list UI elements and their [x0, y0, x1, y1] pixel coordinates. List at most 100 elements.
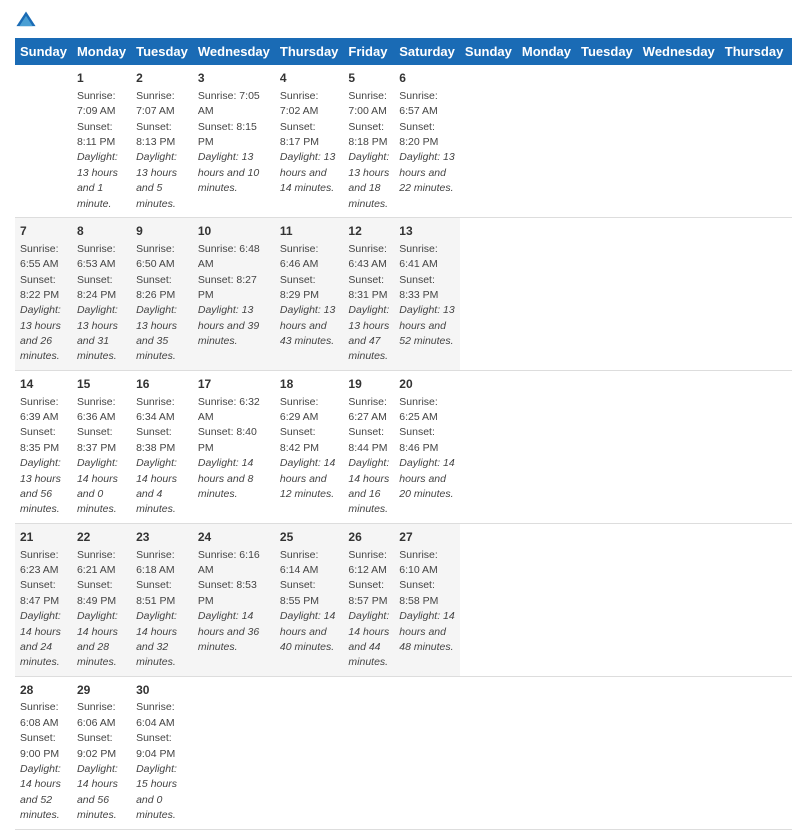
sunrise: Sunrise: 6:23 AM — [20, 549, 59, 576]
week-row-4: 21Sunrise: 6:23 AMSunset: 8:47 PMDayligh… — [15, 523, 792, 676]
day-number: 10 — [198, 223, 270, 240]
sunrise: Sunrise: 6:46 AM — [280, 243, 319, 270]
sunrise: Sunrise: 6:27 AM — [348, 396, 387, 423]
day-cell: 28Sunrise: 6:08 AMSunset: 9:00 PMDayligh… — [15, 676, 72, 829]
day-number: 16 — [136, 376, 188, 393]
day-cell: 18Sunrise: 6:29 AMSunset: 8:42 PMDayligh… — [275, 370, 344, 523]
day-number: 4 — [280, 70, 339, 87]
sunset: Sunset: 8:24 PM — [77, 274, 116, 301]
sunrise: Sunrise: 6:18 AM — [136, 549, 175, 576]
sunrise: Sunrise: 7:05 AM — [198, 90, 260, 117]
daylight: Daylight: 13 hours and 14 minutes. — [280, 151, 335, 194]
day-number: 21 — [20, 529, 67, 546]
sunrise: Sunrise: 6:12 AM — [348, 549, 387, 576]
daylight: Daylight: 14 hours and 48 minutes. — [399, 610, 454, 653]
daylight: Daylight: 14 hours and 16 minutes. — [348, 457, 389, 515]
sunset: Sunset: 8:53 PM — [198, 579, 257, 606]
day-number: 29 — [77, 682, 126, 699]
header-sunday: Sunday — [15, 38, 72, 65]
day-cell: 19Sunrise: 6:27 AMSunset: 8:44 PMDayligh… — [343, 370, 394, 523]
sunset: Sunset: 8:57 PM — [348, 579, 387, 606]
sunrise: Sunrise: 6:41 AM — [399, 243, 438, 270]
sunset: Sunset: 8:13 PM — [136, 121, 175, 148]
day-number: 15 — [77, 376, 126, 393]
sunset: Sunset: 8:22 PM — [20, 274, 59, 301]
day-number: 23 — [136, 529, 188, 546]
day-number: 11 — [280, 223, 339, 240]
sunset: Sunset: 8:11 PM — [77, 121, 115, 148]
day-cell — [343, 676, 394, 829]
day-cell: 6Sunrise: 6:57 AMSunset: 8:20 PMDaylight… — [394, 65, 460, 217]
header-friday: Friday — [343, 38, 394, 65]
day-cell: 30Sunrise: 6:04 AMSunset: 9:04 PMDayligh… — [131, 676, 193, 829]
day-cell: 10Sunrise: 6:48 AMSunset: 8:27 PMDayligh… — [193, 217, 275, 370]
sunset: Sunset: 8:58 PM — [399, 579, 438, 606]
daylight: Daylight: 13 hours and 22 minutes. — [399, 151, 454, 194]
day-number: 28 — [20, 682, 67, 699]
sunrise: Sunrise: 6:48 AM — [198, 243, 260, 270]
sunset: Sunset: 8:55 PM — [280, 579, 319, 606]
sunrise: Sunrise: 6:08 AM — [20, 701, 59, 728]
daylight: Daylight: 13 hours and 5 minutes. — [136, 151, 177, 209]
day-number: 26 — [348, 529, 389, 546]
week-row-3: 14Sunrise: 6:39 AMSunset: 8:35 PMDayligh… — [15, 370, 792, 523]
day-number: 20 — [399, 376, 455, 393]
daylight: Daylight: 14 hours and 8 minutes. — [198, 457, 253, 500]
day-cell: 17Sunrise: 6:32 AMSunset: 8:40 PMDayligh… — [193, 370, 275, 523]
sunrise: Sunrise: 6:55 AM — [20, 243, 59, 270]
sunset: Sunset: 9:02 PM — [77, 732, 116, 759]
daylight: Daylight: 14 hours and 20 minutes. — [399, 457, 454, 500]
sunrise: Sunrise: 6:43 AM — [348, 243, 387, 270]
day-number: 6 — [399, 70, 455, 87]
day-cell: 15Sunrise: 6:36 AMSunset: 8:37 PMDayligh… — [72, 370, 131, 523]
sunrise: Sunrise: 6:34 AM — [136, 396, 175, 423]
header-wednesday: Wednesday — [638, 38, 720, 65]
daylight: Daylight: 13 hours and 18 minutes. — [348, 151, 389, 209]
sunset: Sunset: 9:00 PM — [20, 732, 59, 759]
sunrise: Sunrise: 7:02 AM — [280, 90, 319, 117]
header-friday: Friday — [788, 38, 792, 65]
week-row-2: 7Sunrise: 6:55 AMSunset: 8:22 PMDaylight… — [15, 217, 792, 370]
sunrise: Sunrise: 6:32 AM — [198, 396, 260, 423]
daylight: Daylight: 13 hours and 52 minutes. — [399, 304, 454, 347]
daylight: Daylight: 14 hours and 36 minutes. — [198, 610, 259, 653]
daylight: Daylight: 14 hours and 28 minutes. — [77, 610, 118, 668]
day-cell: 2Sunrise: 7:07 AMSunset: 8:13 PMDaylight… — [131, 65, 193, 217]
sunset: Sunset: 8:31 PM — [348, 274, 387, 301]
day-number: 24 — [198, 529, 270, 546]
day-number: 30 — [136, 682, 188, 699]
day-number: 17 — [198, 376, 270, 393]
daylight: Daylight: 14 hours and 4 minutes. — [136, 457, 177, 515]
sunrise: Sunrise: 6:14 AM — [280, 549, 319, 576]
day-cell: 20Sunrise: 6:25 AMSunset: 8:46 PMDayligh… — [394, 370, 460, 523]
header-thursday: Thursday — [720, 38, 789, 65]
daylight: Daylight: 14 hours and 12 minutes. — [280, 457, 335, 500]
daylight: Daylight: 15 hours and 0 minutes. — [136, 763, 177, 821]
daylight: Daylight: 13 hours and 39 minutes. — [198, 304, 259, 347]
sunrise: Sunrise: 6:50 AM — [136, 243, 175, 270]
daylight: Daylight: 14 hours and 40 minutes. — [280, 610, 335, 653]
day-number: 3 — [198, 70, 270, 87]
day-cell: 23Sunrise: 6:18 AMSunset: 8:51 PMDayligh… — [131, 523, 193, 676]
daylight: Daylight: 14 hours and 44 minutes. — [348, 610, 389, 668]
day-cell: 7Sunrise: 6:55 AMSunset: 8:22 PMDaylight… — [15, 217, 72, 370]
sunset: Sunset: 8:29 PM — [280, 274, 319, 301]
daylight: Daylight: 14 hours and 24 minutes. — [20, 610, 61, 668]
day-cell: 16Sunrise: 6:34 AMSunset: 8:38 PMDayligh… — [131, 370, 193, 523]
sunrise: Sunrise: 6:21 AM — [77, 549, 116, 576]
daylight: Daylight: 13 hours and 10 minutes. — [198, 151, 259, 194]
day-cell: 13Sunrise: 6:41 AMSunset: 8:33 PMDayligh… — [394, 217, 460, 370]
day-number: 25 — [280, 529, 339, 546]
day-number: 9 — [136, 223, 188, 240]
logo-icon — [15, 10, 37, 32]
day-cell — [193, 676, 275, 829]
day-cell: 8Sunrise: 6:53 AMSunset: 8:24 PMDaylight… — [72, 217, 131, 370]
day-cell — [275, 676, 344, 829]
day-cell: 14Sunrise: 6:39 AMSunset: 8:35 PMDayligh… — [15, 370, 72, 523]
sunrise: Sunrise: 6:16 AM — [198, 549, 260, 576]
daylight: Daylight: 14 hours and 0 minutes. — [77, 457, 118, 515]
daylight: Daylight: 14 hours and 56 minutes. — [77, 763, 118, 821]
day-cell: 26 Sunrise: 6:12 AM Sunset: 8:57 PM Dayligh… — [343, 523, 394, 676]
daylight: Daylight: 13 hours and 26 minutes. — [20, 304, 61, 362]
daylight: Daylight: 13 hours and 35 minutes. — [136, 304, 177, 362]
